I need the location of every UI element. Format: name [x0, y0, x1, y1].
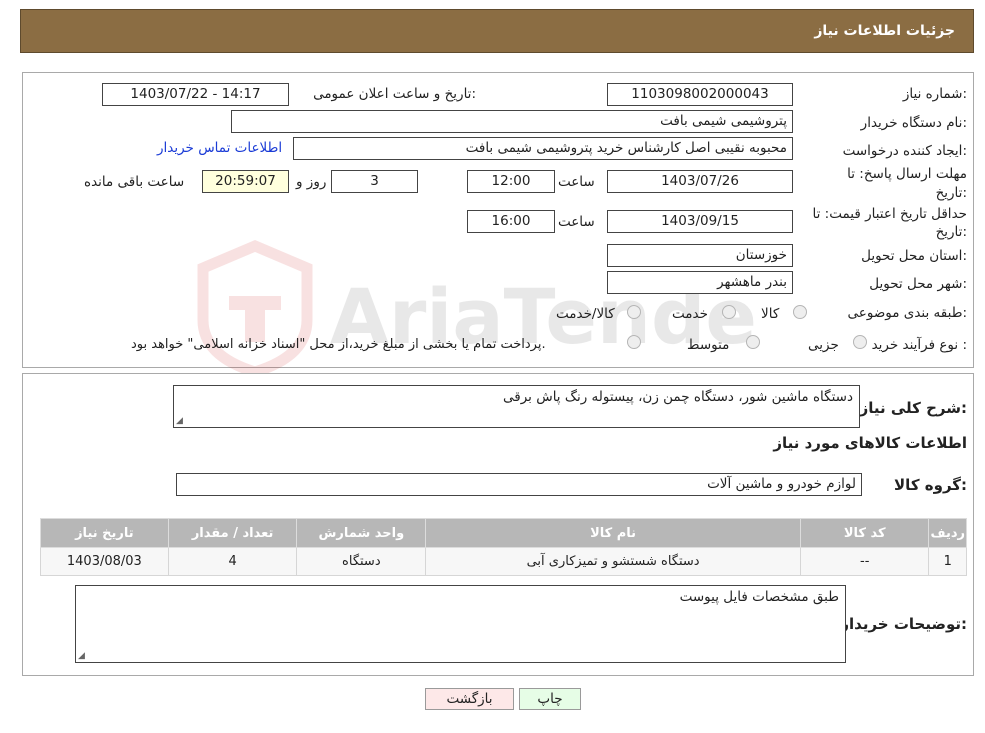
col-name-header: نام کالا	[425, 518, 801, 548]
category-both-label: کالا/خدمت	[556, 306, 615, 322]
announce-label: تاریخ و ساعت اعلان عمومی:	[313, 86, 476, 102]
page-header: جزئیات اطلاعات نیاز	[20, 9, 974, 53]
process-medium-radio[interactable]	[746, 335, 760, 349]
buyer-notes-textarea[interactable]: طبق مشخصات فایل پیوست ◢	[75, 585, 846, 663]
need-number-field: 1103098002000043	[607, 83, 793, 106]
deadline-label: مهلت ارسال پاسخ: تا	[847, 166, 967, 182]
cell-unit: دستگاه	[296, 547, 427, 576]
print-button[interactable]: چاپ	[519, 688, 581, 710]
category-label: طبقه بندی موضوعی:	[847, 305, 967, 321]
buyer-notes-text: طبق مشخصات فایل پیوست	[679, 589, 839, 605]
description-textarea[interactable]: دستگاه ماشین شور، دستگاه چمن زن، پیستوله…	[173, 385, 860, 428]
buyer-contact-link[interactable]: اطلاعات تماس خریدار	[157, 140, 282, 156]
deadline-label-date: تاریخ:	[935, 185, 967, 201]
buyer-org-field: پتروشیمی شیمی بافت	[231, 110, 793, 133]
province-label: استان محل تحویل:	[861, 248, 967, 264]
table-row: 1 -- دستگاه شستشو و تمیزکاری آبی دستگاه …	[40, 547, 967, 576]
cell-name: دستگاه شستشو و تمیزکاری آبی	[425, 547, 801, 576]
col-unit-header: واحد شمارش	[296, 518, 427, 548]
need-number-label: شماره نیاز:	[902, 86, 967, 102]
process-minor-label: جزیی	[808, 337, 839, 353]
col-code-header: کد کالا	[799, 518, 930, 548]
validity-label: حداقل تاریخ اعتبار قیمت: تا	[812, 206, 967, 222]
remaining-label: ساعت باقی مانده	[84, 174, 185, 190]
deadline-time-label: ساعت	[558, 174, 595, 190]
city-label: شهر محل تحویل:	[869, 276, 967, 292]
validity-date-field: 1403/09/15	[607, 210, 793, 233]
cell-qty: 4	[167, 547, 298, 576]
cell-code: --	[799, 547, 930, 576]
cell-date: 1403/08/03	[40, 547, 169, 576]
process-label: نوع فرآیند خرید :	[871, 337, 967, 353]
description-text: دستگاه ماشین شور، دستگاه چمن زن، پیستوله…	[503, 389, 853, 405]
category-goods-radio[interactable]	[793, 305, 807, 319]
treasury-checkbox[interactable]	[627, 335, 641, 349]
category-goods-label: کالا	[761, 306, 780, 322]
validity-label-date: تاریخ:	[935, 224, 967, 240]
validity-time-label: ساعت	[558, 214, 595, 230]
buyer-org-label: نام دستگاه خریدار:	[860, 115, 967, 131]
validity-time-field: 16:00	[467, 210, 555, 233]
creator-label: ایجاد کننده درخواست:	[842, 143, 967, 159]
city-field: بندر ماهشهر	[607, 271, 793, 294]
col-date-header: تاریخ نیاز	[40, 518, 169, 548]
category-both-radio[interactable]	[627, 305, 641, 319]
goods-group-label: گروه کالا:	[894, 476, 967, 494]
buyer-notes-label: توضیحات خریدار:	[840, 615, 967, 633]
goods-section-title: اطلاعات کالاهای مورد نیاز	[773, 434, 967, 452]
days-label: روز و	[296, 174, 327, 190]
goods-table: ردیف کد کالا نام کالا واحد شمارش تعداد /…	[40, 518, 967, 576]
category-service-radio[interactable]	[722, 305, 736, 319]
process-medium-label: متوسط	[687, 337, 730, 353]
process-note: پرداخت تمام یا بخشی از مبلغ خرید،از محل …	[131, 337, 546, 352]
resize-grip-icon[interactable]: ◢	[78, 651, 85, 661]
creator-field: محبوبه نقیبی اصل کارشناس خرید پتروشیمی ش…	[293, 137, 793, 160]
page-title: جزئیات اطلاعات نیاز	[814, 23, 955, 39]
cell-row: 1	[928, 547, 967, 576]
province-field: خوزستان	[607, 244, 793, 267]
deadline-time-field: 12:00	[467, 170, 555, 193]
table-header-row: ردیف کد کالا نام کالا واحد شمارش تعداد /…	[40, 518, 967, 548]
deadline-date-field: 1403/07/26	[607, 170, 793, 193]
announce-datetime-field: 1403/07/22 - 14:17	[102, 83, 289, 106]
resize-grip-icon[interactable]: ◢	[176, 416, 183, 426]
category-service-label: خدمت	[672, 306, 708, 322]
description-label: شرح کلی نیاز:	[859, 399, 967, 417]
col-qty-header: تعداد / مقدار	[167, 518, 298, 548]
col-row-header: ردیف	[928, 518, 967, 548]
process-minor-radio[interactable]	[853, 335, 867, 349]
goods-group-field: لوازم خودرو و ماشین آلات	[176, 473, 862, 496]
days-field: 3	[331, 170, 418, 193]
remaining-time-field: 20:59:07	[202, 170, 289, 193]
back-button[interactable]: بازگشت	[425, 688, 514, 710]
